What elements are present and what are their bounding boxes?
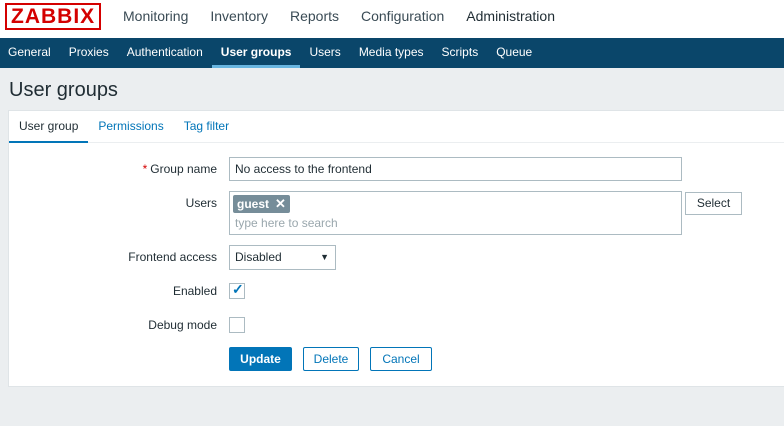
required-marker: * (142, 162, 148, 176)
users-label: Users (185, 196, 217, 210)
tab-user-group[interactable]: User group (9, 111, 89, 143)
enabled-checkbox[interactable]: ✓ (229, 281, 245, 299)
top-navigation-bar: ZABBIX Monitoring Inventory Reports Conf… (0, 0, 784, 38)
cancel-button[interactable]: Cancel (370, 347, 432, 371)
user-tag-guest: guest ✕ (233, 195, 290, 213)
frontend-access-label: Frontend access (128, 250, 217, 264)
form-tabs: User group Permissions Tag filter (9, 111, 784, 143)
top-menu-configuration[interactable]: Configuration (350, 0, 455, 38)
users-multiselect[interactable]: guest ✕ type here to search (229, 191, 682, 235)
top-menu-inventory[interactable]: Inventory (199, 0, 279, 38)
sub-navigation-bar: General Proxies Authentication User grou… (0, 38, 784, 68)
group-name-label: * Group name (142, 162, 217, 176)
sub-menu-user-groups[interactable]: User groups (211, 38, 301, 68)
close-icon[interactable]: ✕ (275, 195, 286, 213)
enabled-label: Enabled (172, 284, 217, 298)
sub-menu-media-types[interactable]: Media types (350, 38, 433, 68)
zabbix-logo[interactable]: ZABBIX (5, 3, 102, 30)
select-users-button[interactable]: Select (685, 192, 742, 215)
sub-menu-scripts[interactable]: Scripts (433, 38, 488, 68)
dropdown-arrow-icon: ▼ (320, 252, 329, 262)
user-group-form-panel: User group Permissions Tag filter * Group… (8, 110, 784, 387)
top-menu: Monitoring Inventory Reports Configurati… (112, 0, 566, 38)
update-button[interactable]: Update (229, 347, 292, 371)
top-menu-reports[interactable]: Reports (279, 0, 350, 38)
sub-menu-users[interactable]: Users (300, 38, 349, 68)
delete-button[interactable]: Delete (303, 347, 359, 371)
debug-mode-checkbox[interactable] (229, 317, 245, 333)
tab-tag-filter[interactable]: Tag filter (174, 111, 239, 142)
sub-menu-queue[interactable]: Queue (487, 38, 541, 68)
group-name-input[interactable]: No access to the frontend (229, 157, 682, 181)
page-title: User groups (9, 79, 118, 101)
checkmark-icon: ✓ (232, 281, 244, 297)
frontend-access-select[interactable]: Disabled ▼ (229, 245, 336, 270)
sub-menu-proxies[interactable]: Proxies (60, 38, 118, 68)
sub-menu-general[interactable]: General (0, 38, 60, 68)
users-search-input[interactable]: type here to search (235, 216, 338, 230)
top-menu-monitoring[interactable]: Monitoring (112, 0, 199, 38)
sub-menu-authentication[interactable]: Authentication (118, 38, 212, 68)
tab-permissions[interactable]: Permissions (88, 111, 173, 142)
top-menu-administration[interactable]: Administration (455, 0, 566, 38)
debug-mode-label: Debug mode (148, 318, 217, 332)
